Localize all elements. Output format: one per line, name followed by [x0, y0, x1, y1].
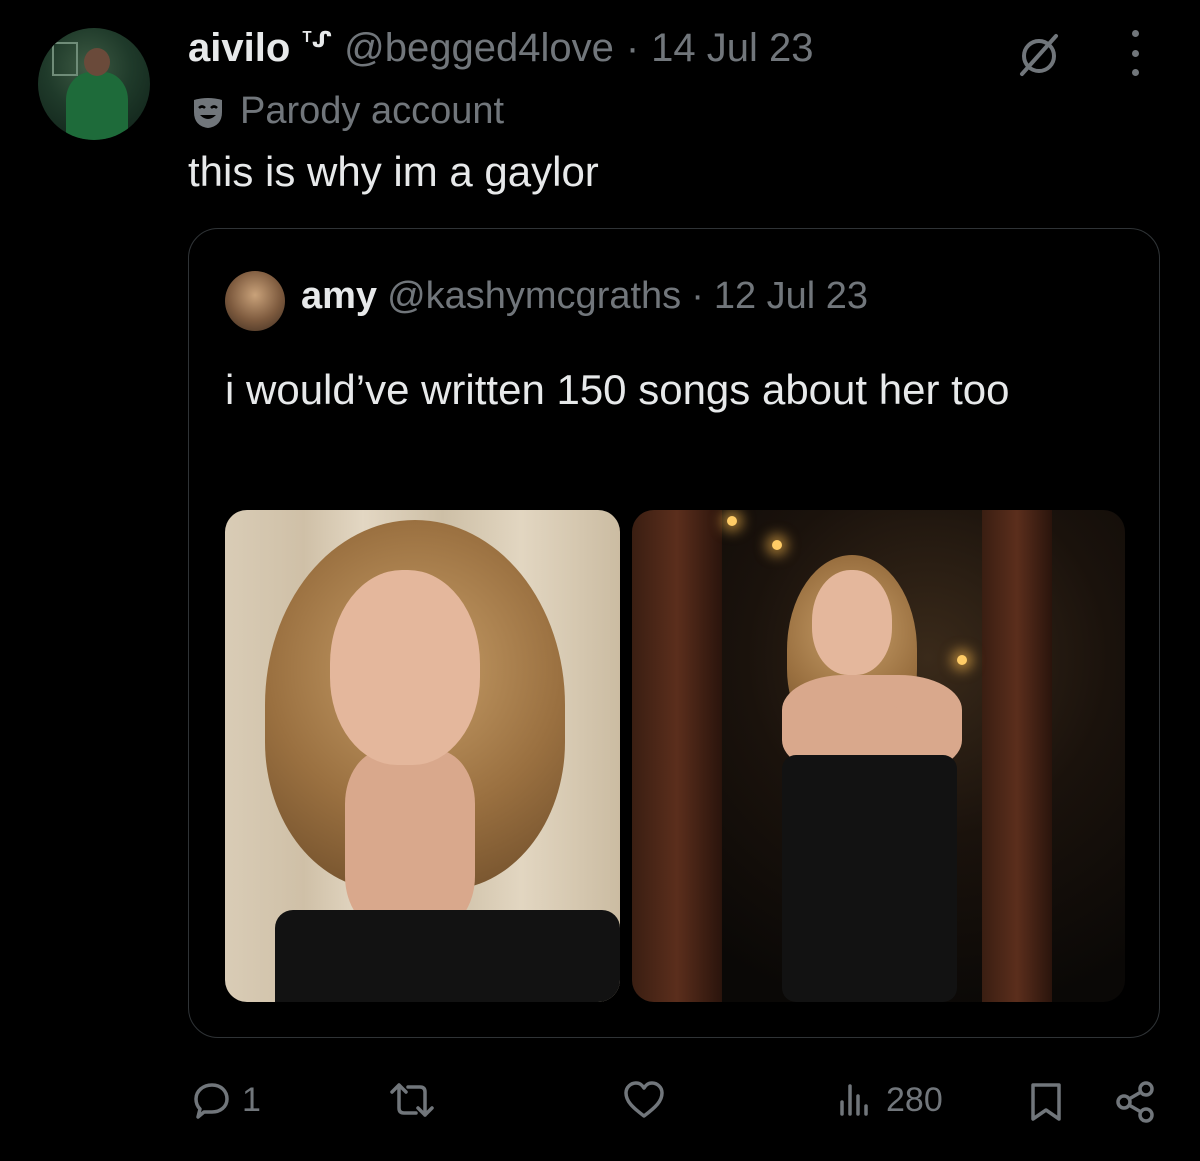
author-handle[interactable]: @begged4love — [344, 26, 614, 71]
header-separator: · — [625, 26, 640, 70]
door-right-shape — [982, 510, 1052, 1002]
dress-shape — [275, 910, 620, 1002]
views-count: 280 — [886, 1080, 943, 1119]
quoted-author-avatar — [225, 271, 285, 331]
quoted-header-separator: · — [691, 275, 704, 317]
avatar-figure-dress — [66, 72, 128, 140]
action-bar: 1 280 — [0, 1072, 1200, 1132]
author-name[interactable]: aivilo — [188, 26, 290, 71]
tweet-date[interactable]: 14 Jul 23 — [651, 26, 813, 71]
face-shape — [330, 570, 480, 765]
reply-button[interactable]: 1 — [192, 1080, 261, 1120]
retweet-icon — [390, 1083, 434, 1117]
door-left-shape — [632, 510, 722, 1002]
parody-label-text: Parody account — [240, 90, 505, 132]
grok-icon[interactable] — [1014, 30, 1064, 80]
event-photo[interactable] — [632, 510, 1125, 1002]
author-name-suffix: ᵀᔑ — [302, 27, 333, 52]
quoted-tweet-text: i would’ve written 150 songs about her t… — [225, 366, 1010, 413]
bookmark-icon[interactable] — [1028, 1082, 1064, 1122]
like-button[interactable] — [622, 1080, 676, 1120]
parody-mask-icon — [194, 97, 222, 128]
views-icon — [840, 1084, 868, 1116]
author-avatar[interactable] — [38, 28, 150, 140]
lamp-light — [772, 540, 782, 550]
avatar-frame-detail — [52, 42, 78, 76]
parody-label: Parody account — [190, 90, 504, 133]
views-button[interactable]: 280 — [836, 1080, 943, 1120]
quoted-tweet-date: 12 Jul 23 — [713, 275, 869, 317]
tweet-header: aivilo ᵀᔑ @begged4love · 14 Jul 23 — [188, 26, 814, 80]
reply-icon — [194, 1083, 229, 1119]
share-icon[interactable] — [1114, 1080, 1158, 1124]
more-icon[interactable] — [1122, 30, 1148, 76]
neck-shape — [345, 750, 475, 930]
like-icon — [624, 1081, 664, 1118]
quoted-tweet-card[interactable]: amy @kashymcgraths · 12 Jul 23 i would’v… — [188, 228, 1160, 1038]
lamp-light — [727, 516, 737, 526]
dress-shape — [782, 755, 957, 1002]
lamp-light — [957, 655, 967, 665]
quoted-author-name: amy — [301, 275, 378, 317]
face-shape — [812, 570, 892, 675]
quoted-author-handle: @kashymcgraths — [387, 275, 682, 317]
avatar-figure-head — [84, 48, 110, 76]
reply-count: 1 — [242, 1080, 261, 1119]
retweet-button[interactable] — [386, 1080, 448, 1120]
quoted-tweet-header: amy @kashymcgraths · 12 Jul 23 — [301, 275, 868, 318]
portrait-photo[interactable] — [225, 510, 620, 1002]
tweet-text: this is why im a gaylor — [188, 148, 599, 195]
